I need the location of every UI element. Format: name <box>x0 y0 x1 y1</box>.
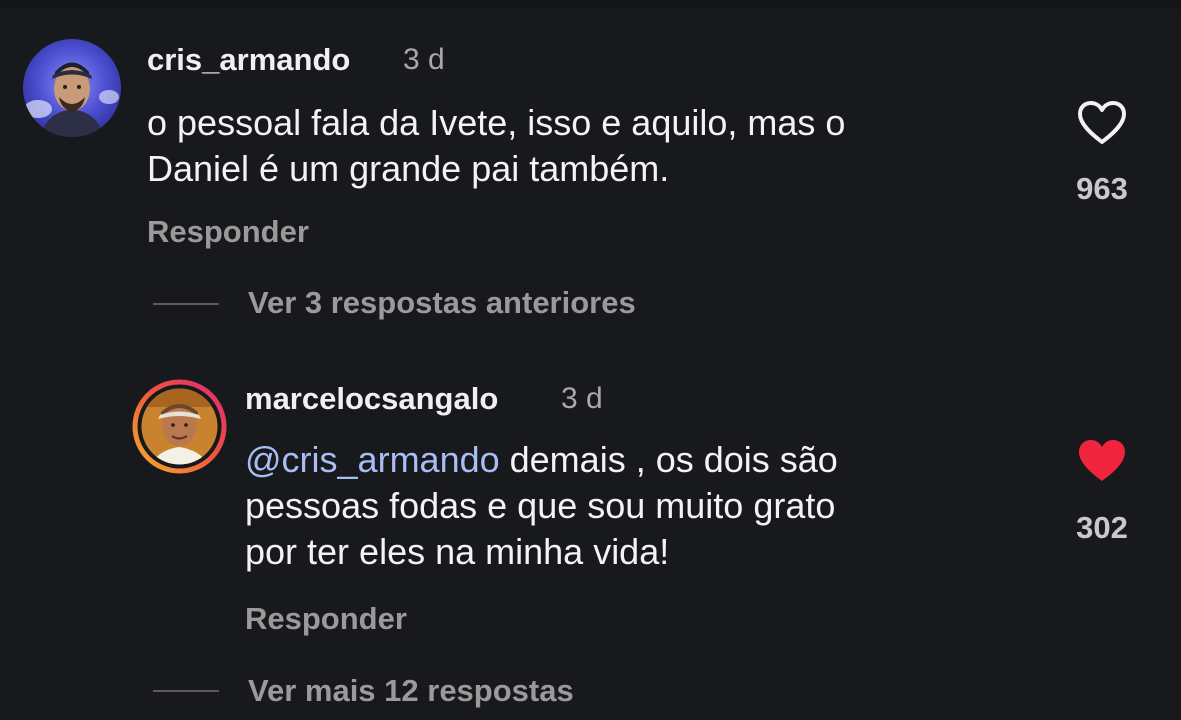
mention-link[interactable]: @cris_armando <box>245 439 500 480</box>
comment-timestamp: 3 d <box>403 43 445 76</box>
replies-divider-line <box>153 690 219 692</box>
avatar[interactable] <box>23 39 121 137</box>
reply-text: @cris_armando demais , os dois são pesso… <box>245 437 838 575</box>
top-divider <box>0 0 1181 9</box>
comment-text: o pessoal fala da Ivete, isso e aquilo, … <box>147 100 845 192</box>
reply-text-line: pessoas fodas e que sou muito grato <box>245 485 836 526</box>
reply-text-fragment: demais , os dois são <box>499 439 838 480</box>
like-count: 302 <box>1076 510 1128 545</box>
comment-username[interactable]: cris_armando <box>147 42 350 78</box>
reply-button[interactable]: Responder <box>147 214 309 250</box>
like-count: 963 <box>1076 171 1128 206</box>
view-more-replies-label[interactable]: Ver mais 12 respostas <box>248 673 574 709</box>
reply-timestamp: 3 d <box>561 382 603 415</box>
story-ring-avatar-icon <box>132 379 227 474</box>
heart-outline-icon[interactable] <box>1076 100 1128 146</box>
comments-screen: cris_armando 3 d o pessoal fala da Ivete… <box>0 0 1181 720</box>
reply-text-line: por ter eles na minha vida! <box>245 531 670 572</box>
user-avatar-icon <box>23 39 121 137</box>
replies-divider-line <box>153 303 219 305</box>
reply-username[interactable]: marcelocsangalo <box>245 381 498 417</box>
avatar[interactable] <box>130 377 229 476</box>
comment-text-line: Daniel é um grande pai também. <box>147 148 670 189</box>
comment-text-line: o pessoal fala da Ivete, isso e aquilo, … <box>147 102 846 143</box>
heart-filled-icon[interactable] <box>1076 438 1128 484</box>
reply-text-line: @cris_armando demais , os dois são <box>245 437 838 483</box>
view-previous-replies-label[interactable]: Ver 3 respostas anteriores <box>248 285 636 321</box>
reply-button[interactable]: Responder <box>245 601 407 637</box>
